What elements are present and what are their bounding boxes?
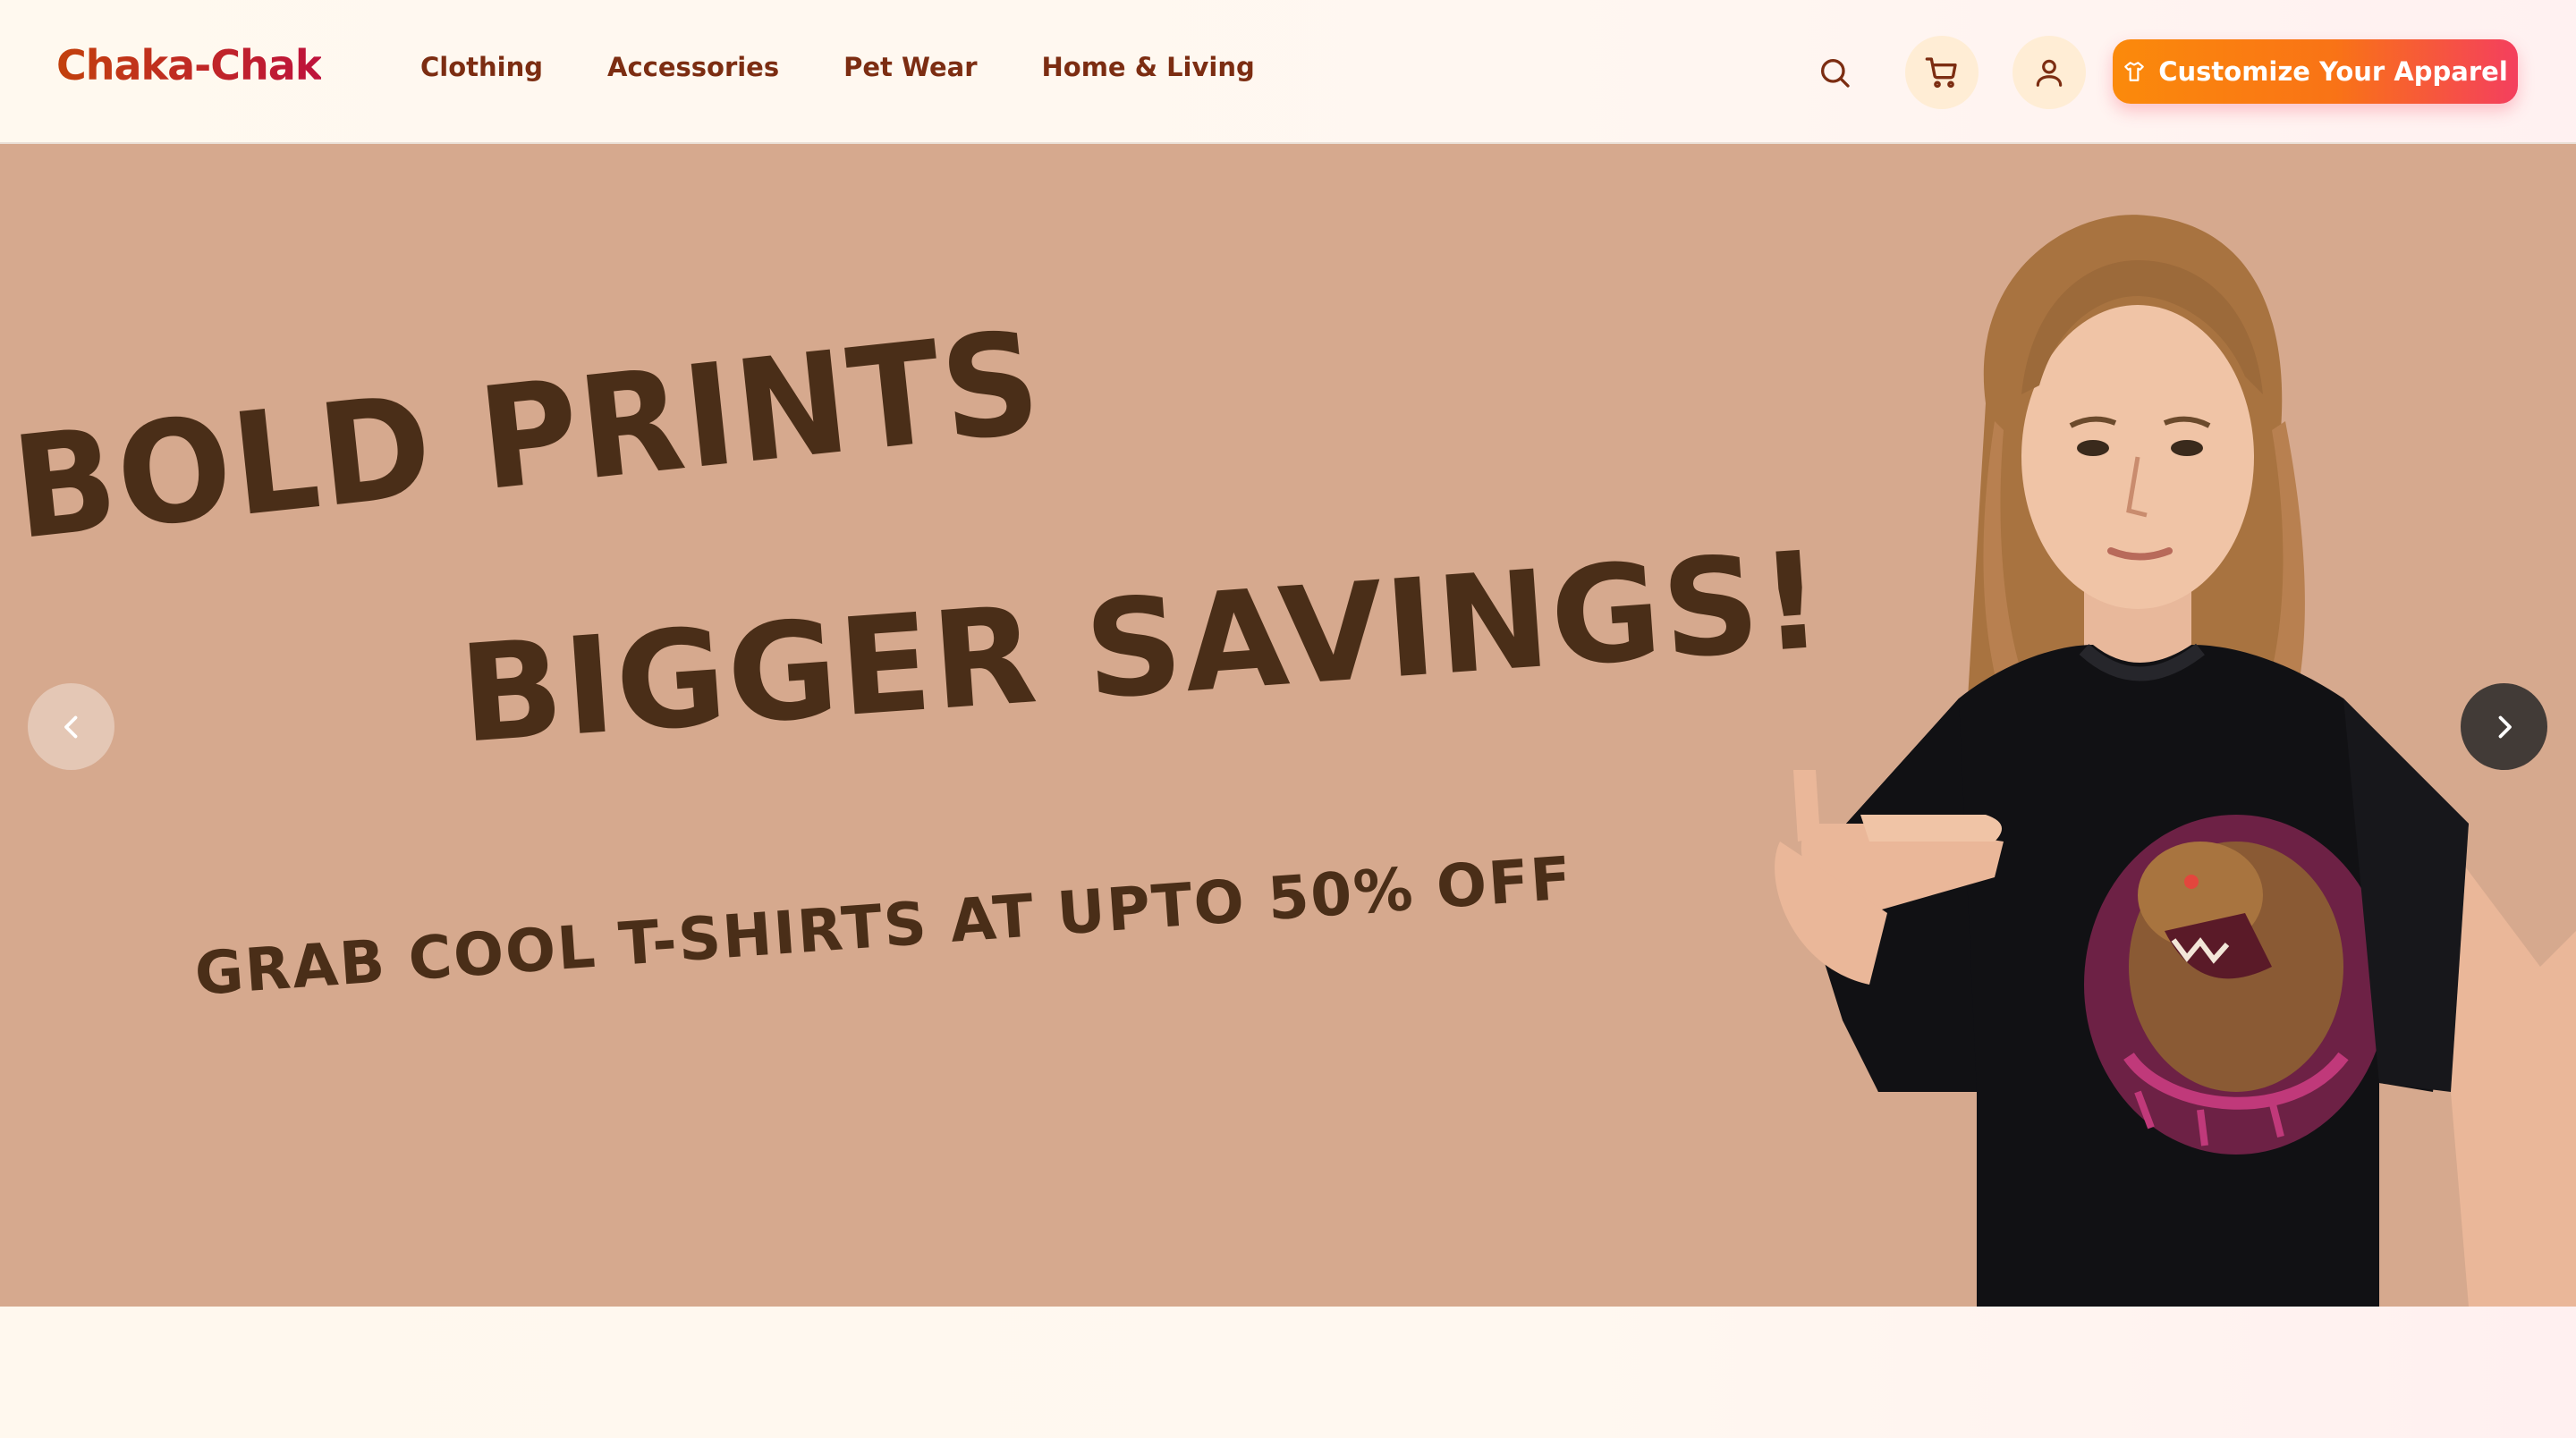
- hero-headline-line1: BOLD PRINTS: [5, 300, 1049, 571]
- customize-apparel-button[interactable]: Customize Your Apparel: [2113, 39, 2518, 104]
- main-nav: Clothing Accessories Pet Wear Home & Liv…: [420, 52, 1255, 82]
- search-icon: [1821, 59, 1850, 88]
- cart-icon: [1925, 57, 1957, 89]
- shirt-icon: [2124, 62, 2145, 81]
- search-button[interactable]: [1798, 36, 1871, 109]
- carousel-prev-button[interactable]: [28, 683, 114, 770]
- bear-print-graphic: [2084, 815, 2388, 1155]
- nav-item-clothing[interactable]: Clothing: [420, 52, 543, 82]
- hero-model-image: [1775, 215, 2576, 1307]
- hero-banner: BOLD PRINTS BIGGER SAVINGS! GRAB COOL T-…: [0, 144, 2576, 1307]
- user-icon: [2036, 59, 2063, 87]
- chevron-left-icon: [64, 715, 77, 738]
- nav-item-home-living[interactable]: Home & Living: [1042, 52, 1255, 82]
- carousel-next-button[interactable]: [2461, 683, 2547, 770]
- brand-logo[interactable]: Chaka-Chak: [56, 41, 322, 89]
- chevron-right-icon: [2498, 715, 2512, 738]
- nav-item-pet-wear[interactable]: Pet Wear: [843, 52, 977, 82]
- hero-headline-line2: BIGGER SAVINGS!: [454, 522, 1829, 774]
- cart-button[interactable]: [1905, 36, 1979, 109]
- nav-item-accessories[interactable]: Accessories: [607, 52, 779, 82]
- page-content-start: [0, 1307, 2576, 1438]
- site-header: Chaka-Chak Clothing Accessories Pet Wear…: [0, 0, 2576, 144]
- cta-label: Customize Your Apparel: [2158, 56, 2508, 87]
- account-button[interactable]: [2012, 36, 2086, 109]
- hero-subline: GRAB COOL T-SHIRTS AT UPTO 50% OFF: [192, 843, 1575, 1009]
